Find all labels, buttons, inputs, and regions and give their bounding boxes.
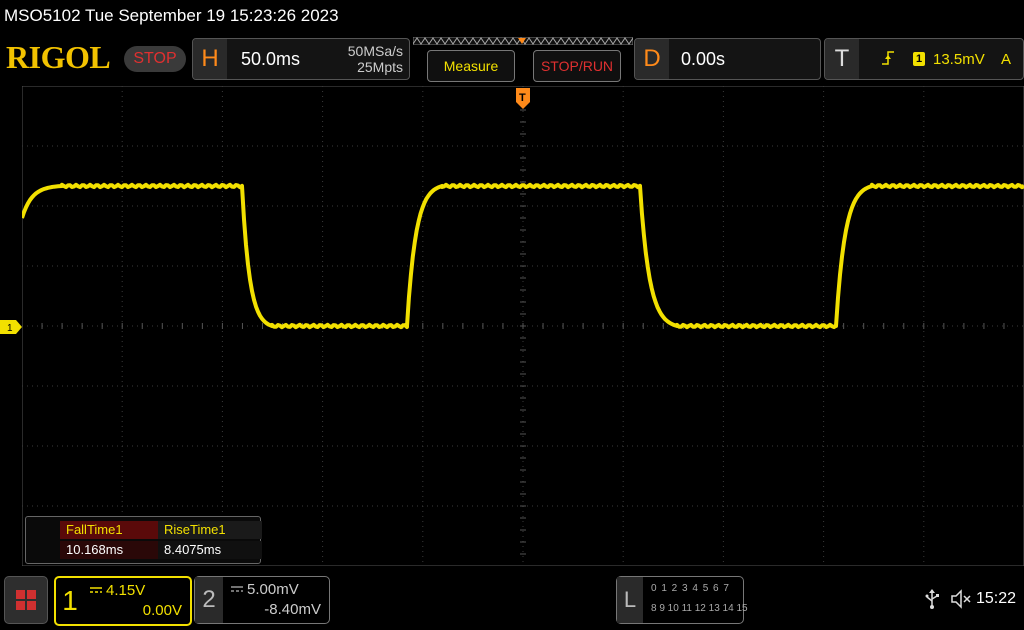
ch2-settings[interactable]: 2 5.00mV -8.40mV — [194, 576, 330, 624]
trigger-position-marker[interactable]: T — [515, 88, 531, 110]
horizontal-letter: H — [193, 39, 227, 79]
delay-letter: D — [635, 39, 669, 79]
trigger-marker-label: T — [519, 92, 526, 104]
la-letter: L — [617, 577, 643, 623]
stop-run-button[interactable]: STOP/RUN — [533, 50, 621, 82]
model-date-time: MSO5102 Tue September 19 15:23:26 2023 — [4, 6, 339, 25]
meas-label-risetime: RiseTime1 — [158, 521, 262, 539]
usb-icon — [925, 589, 939, 609]
trigger-letter: T — [825, 39, 859, 79]
ch1-offset: 0.00V — [142, 602, 182, 619]
meas-value-risetime: 8.4075ms — [158, 541, 262, 559]
trigger-level: 13.5mV — [933, 51, 985, 68]
ch1-number: 1 — [62, 585, 78, 616]
la-channels-8-15: 8 9 10 11 12 13 14 15 — [651, 603, 748, 614]
trigger-source-badge: 1 — [913, 52, 925, 66]
sample-rate: 50MSa/s — [347, 43, 403, 59]
ch1-scale: 4.15V — [106, 582, 146, 599]
clock: 15:22 — [976, 590, 1017, 607]
meas-value-falltime: 10.168ms — [60, 541, 164, 559]
dc-coupling-icon — [90, 587, 102, 593]
delay-value: 0.00s — [681, 49, 726, 69]
menu-grid-icon — [16, 590, 36, 610]
run-status-badge[interactable]: STOP — [124, 46, 186, 72]
memory-depth: 25Mpts — [357, 59, 403, 75]
la-channels-0-7: 0 1 2 3 4 5 6 7 — [651, 583, 730, 594]
top-toolbar: RIGOL STOP H 50.0ms 50MSa/s 25Mpts Measu… — [0, 36, 1024, 84]
ch2-number: 2 — [195, 577, 223, 623]
rising-edge-icon — [882, 51, 894, 65]
trigger-settings[interactable]: T 1 13.5mV A — [824, 38, 1024, 80]
menu-button[interactable] — [4, 576, 48, 624]
ch1-settings[interactable]: 1 4.15V 0.00V — [54, 576, 192, 626]
logic-analyzer-settings[interactable]: L 0 1 2 3 4 5 6 7 8 9 10 11 12 13 14 15 — [616, 576, 748, 624]
rigol-logo: RIGOL — [6, 39, 111, 75]
waveform-display[interactable] — [22, 86, 1024, 566]
ch2-scale: 5.00mV — [247, 581, 299, 598]
ch1-offset-marker[interactable]: 1 — [0, 320, 22, 334]
ch2-offset: -8.40mV — [264, 601, 321, 618]
dc-coupling-icon — [231, 586, 243, 592]
bottom-toolbar: 1 4.15V 0.00V 2 5.00mV -8.40mV L 0 1 2 3… — [0, 572, 1024, 630]
trigger-mode: A — [1001, 51, 1012, 68]
measure-button[interactable]: Measure — [427, 50, 515, 82]
horizontal-settings[interactable]: H 50.0ms 50MSa/s 25Mpts — [192, 38, 410, 80]
title-bar: MSO5102 Tue September 19 15:23:26 2023 — [0, 0, 1024, 34]
measurement-panel[interactable]: FallTime1 RiseTime1 10.168ms 8.4075ms — [25, 516, 262, 564]
delay-settings[interactable]: D 0.00s — [634, 38, 821, 80]
ch1-marker-label: 1 — [7, 323, 13, 334]
speaker-muted-icon[interactable] — [950, 588, 972, 610]
waveform-position-strip — [413, 37, 633, 45]
timebase-value: 50.0ms — [241, 49, 301, 69]
meas-label-falltime: FallTime1 — [60, 521, 164, 539]
